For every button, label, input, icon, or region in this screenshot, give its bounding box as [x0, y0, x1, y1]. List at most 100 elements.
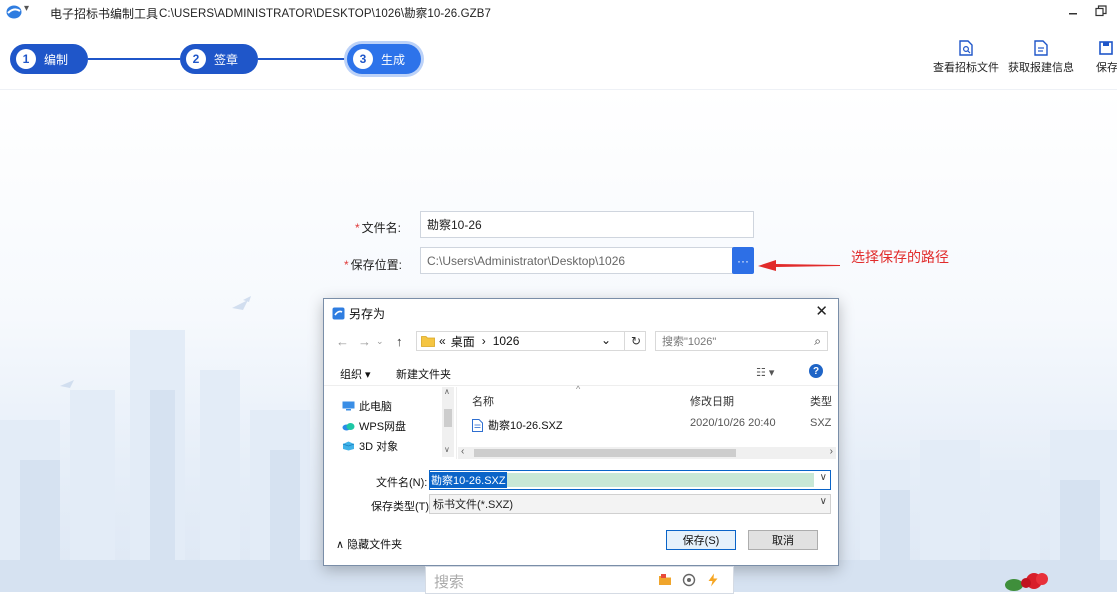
- scroll-right-icon[interactable]: ›: [830, 446, 833, 457]
- step-number: 1: [16, 49, 36, 69]
- lightning-icon[interactable]: [706, 573, 720, 587]
- address-prefix: «: [439, 334, 446, 348]
- navigation-tree: 此电脑 WPS网盘 3D 对象 ∧ ∨: [324, 387, 457, 459]
- app-logo-icon[interactable]: [6, 5, 22, 19]
- filename-label: * 文件名:: [355, 219, 401, 236]
- filename-input[interactable]: 勘察10-26: [420, 211, 754, 238]
- step-3-generate[interactable]: 3 生成: [347, 44, 421, 74]
- file-list-scrollbar[interactable]: ‹ ›: [458, 446, 836, 459]
- forward-arrow-icon[interactable]: →: [358, 334, 371, 349]
- breadcrumb-1026[interactable]: 1026: [493, 334, 520, 348]
- dialog-search-placeholder: 搜索"1026": [662, 336, 717, 348]
- file-path: C:\USERS\ADMINISTRATOR\DESKTOP\1026\勘察10…: [159, 8, 492, 20]
- breadcrumb-desktop[interactable]: 桌面: [451, 333, 475, 350]
- tree-item-label: 此电脑: [359, 401, 392, 413]
- dialog-app-icon: [332, 307, 345, 320]
- browse-button[interactable]: ···: [732, 247, 754, 274]
- dialog-search-input[interactable]: 搜索"1026" ⌕: [655, 331, 828, 351]
- save-toolbar-label: 保存: [1096, 62, 1117, 74]
- address-bar[interactable]: « 桌面 › 1026 ⌄: [416, 331, 646, 351]
- get-registration-info-button[interactable]: 获取报建信息: [1006, 40, 1076, 75]
- bottom-search-placeholder: 搜索: [434, 574, 465, 591]
- file-type: SXZ: [810, 417, 832, 429]
- column-name[interactable]: 名称: [472, 393, 494, 409]
- new-folder-button[interactable]: 新建文件夹: [396, 366, 451, 382]
- dialog-title-bar: 另存为: [332, 305, 385, 322]
- document-icon: [959, 40, 973, 56]
- scroll-left-icon[interactable]: ‹: [461, 446, 464, 457]
- filetype-dropdown-icon[interactable]: ∨: [820, 496, 827, 507]
- save-as-dialog: 另存为 ✕ ← → ⌄ ↑ « 桌面 › 1026 ⌄ ↻ 搜索"1026" ⌕…: [323, 298, 839, 566]
- filename-dropdown-icon[interactable]: ∨: [820, 472, 827, 483]
- step-2-sign[interactable]: 2 签章: [180, 44, 258, 74]
- dialog-title: 另存为: [349, 307, 386, 321]
- file-modified: 2020/10/26 20:40: [690, 417, 776, 429]
- breadcrumb-separator: ›: [481, 334, 486, 348]
- recent-locations-icon[interactable]: ⌄: [376, 336, 384, 347]
- dialog-filetype-select[interactable]: 标书文件(*.SXZ) ∨: [429, 494, 831, 514]
- restore-icon[interactable]: [1094, 4, 1108, 18]
- required-mark: *: [344, 258, 349, 272]
- tree-item-this-pc[interactable]: 此电脑: [342, 398, 392, 414]
- app-menu-caret-icon[interactable]: ▾: [24, 3, 29, 14]
- app-title: 电子招标书编制工具: [50, 7, 159, 21]
- folder-icon: [421, 336, 435, 347]
- command-bar: 组织 ▾ 新建文件夹 ☷ ▾ ?: [324, 359, 838, 386]
- save-location-value: C:\Users\Administrator\Desktop\1026: [427, 253, 626, 268]
- navigation-row: ← → ⌄ ↑ « 桌面 › 1026 ⌄ ↻ 搜索"1026" ⌕: [324, 327, 838, 355]
- minimize-icon[interactable]: [1068, 6, 1078, 16]
- rose-decoration-icon: [1005, 573, 1048, 591]
- dialog-cancel-button[interactable]: 取消: [748, 530, 818, 550]
- scroll-thumb[interactable]: [444, 409, 452, 427]
- dialog-filename-label: 文件名(N):: [376, 477, 428, 489]
- step-bar: 1 编制 2 签章 3 生成 查看招标文件 获取报建信息 保存: [0, 26, 1117, 90]
- filename-value: 勘察10-26: [427, 218, 482, 232]
- hide-folders-toggle[interactable]: ∧ 隐藏文件夹: [336, 536, 402, 552]
- search-icon[interactable]: ⌕: [814, 334, 821, 349]
- step-label: 签章: [214, 52, 239, 67]
- step-connector: [88, 58, 180, 60]
- up-arrow-icon[interactable]: ↑: [396, 334, 403, 349]
- bottom-search-bar[interactable]: 搜索: [425, 566, 734, 594]
- tree-item-label: WPS网盘: [359, 421, 407, 433]
- filename-selection-highlight: [506, 473, 814, 487]
- folder-icon[interactable]: [658, 573, 672, 587]
- scroll-down-icon[interactable]: ∨: [444, 445, 450, 454]
- save-location-input[interactable]: C:\Users\Administrator\Desktop\1026: [420, 247, 733, 274]
- document-edit-icon: [1034, 40, 1048, 56]
- tree-item-label: 3D 对象: [359, 441, 399, 453]
- tree-item-wps-drive[interactable]: WPS网盘: [342, 418, 406, 434]
- save-icon: [1099, 41, 1113, 55]
- dialog-filetype-value: 标书文件(*.SXZ): [433, 499, 514, 511]
- tree-item-3d-objects[interactable]: 3D 对象: [342, 438, 398, 454]
- organize-menu[interactable]: 组织 ▾: [340, 366, 371, 382]
- save-toolbar-button[interactable]: 保存: [1096, 40, 1117, 75]
- help-icon[interactable]: ?: [809, 364, 823, 378]
- step-number: 3: [353, 49, 373, 69]
- dialog-save-button[interactable]: 保存(S): [666, 530, 736, 550]
- column-type[interactable]: 类型: [810, 393, 832, 409]
- save-location-label: * 保存位置:: [344, 256, 402, 273]
- view-options-icon[interactable]: ☷ ▾: [756, 366, 774, 379]
- file-icon: [472, 418, 483, 432]
- close-icon[interactable]: ✕: [815, 302, 828, 320]
- scroll-thumb[interactable]: [474, 449, 736, 457]
- dialog-filename-value: 勘察10-26.SXZ: [430, 472, 507, 488]
- back-arrow-icon[interactable]: ←: [336, 334, 349, 349]
- step-number: 2: [186, 49, 206, 69]
- tree-scrollbar[interactable]: ∧ ∨: [442, 387, 454, 457]
- scroll-up-icon[interactable]: ∧: [444, 387, 450, 396]
- address-dropdown-icon[interactable]: ⌄: [601, 333, 611, 347]
- cube-icon: [342, 441, 355, 451]
- save-location-label-text: 保存位置:: [350, 258, 403, 272]
- view-bid-file-label: 查看招标文件: [933, 62, 999, 74]
- dialog-filename-input[interactable]: 勘察10-26.SXZ ∨: [429, 470, 831, 490]
- column-modified[interactable]: 修改日期: [690, 393, 734, 409]
- filename-label-text: 文件名:: [361, 221, 402, 235]
- refresh-icon[interactable]: ↻: [624, 331, 647, 351]
- title-bar: ▾ 电子招标书编制工具 C:\USERS\ADMINISTRATOR\DESKT…: [0, 0, 1117, 26]
- view-bid-file-button[interactable]: 查看招标文件: [931, 40, 1001, 75]
- step-1-edit[interactable]: 1 编制: [10, 44, 88, 74]
- settings-icon[interactable]: [682, 573, 696, 587]
- file-row[interactable]: 勘察10-26.SXZ: [472, 417, 563, 433]
